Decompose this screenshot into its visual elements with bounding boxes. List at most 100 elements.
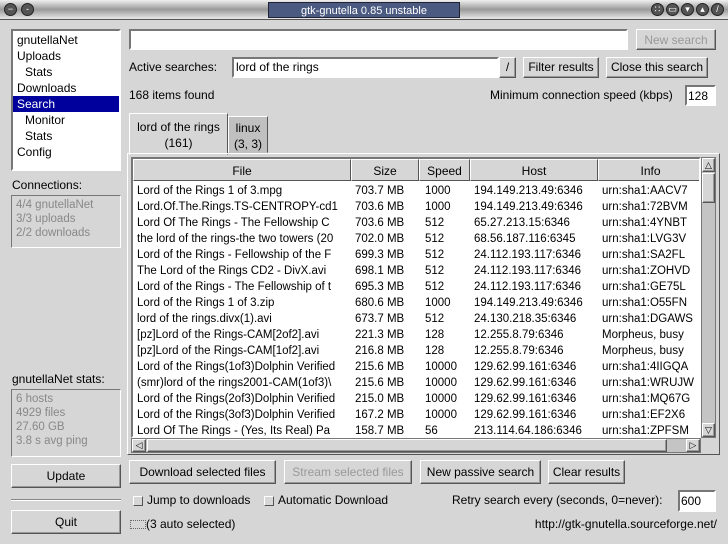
active-search-combo[interactable]: lord of the rings — [232, 57, 499, 78]
vertical-scrollbar[interactable]: △ ▽ — [701, 157, 716, 438]
retry-input[interactable] — [678, 490, 716, 512]
table-row[interactable]: Lord.Of.The.Rings.TS-CENTROPY-cd1 703.6 M… — [133, 199, 699, 215]
menu-icon[interactable]: − — [4, 3, 17, 16]
search-input[interactable] — [129, 29, 628, 50]
automatic-download-checkbox[interactable]: Automatic Download — [264, 493, 388, 507]
cell-info: urn:sha1:WRUJW — [602, 377, 695, 389]
stick-icon[interactable]: ∷ — [651, 3, 664, 16]
column-header-host[interactable]: Host — [470, 159, 598, 181]
sidebar-item-uploads[interactable]: Uploads — [13, 48, 119, 64]
cell-file: Lord of the Rings(2of3)Dolphin Verified — [137, 393, 336, 405]
column-header-speed[interactable]: Speed — [419, 159, 470, 181]
table-row[interactable]: Lord of the Rings(2of3)Dolphin Verified 2… — [133, 391, 699, 407]
sidebar-item-monitor[interactable]: Monitor — [13, 112, 119, 128]
cell-size: 216.8 MB — [355, 345, 405, 357]
table-row[interactable]: Lord Of The Rings - The Fellowship C 703.… — [133, 215, 699, 231]
new-passive-search-button[interactable]: New passive search — [420, 460, 541, 484]
sidebar-item-stats[interactable]: Stats — [13, 64, 119, 80]
cell-speed: 1000 — [425, 297, 451, 309]
scroll-right-icon[interactable]: ▷ — [686, 439, 700, 452]
cell-file: Lord.Of.The.Rings.TS-CENTROPY-cd1 — [137, 201, 338, 213]
combo-dropdown-button[interactable]: / — [499, 57, 516, 78]
cell-file: lord of the rings.divx(1).avi — [137, 313, 272, 325]
table-row[interactable]: The Lord of the Rings CD2 - DivX.avi 698.… — [133, 263, 699, 279]
min-speed-input[interactable] — [685, 85, 716, 106]
checkbox-icon[interactable] — [133, 495, 143, 506]
cell-info: urn:sha1:4YNBT — [602, 217, 688, 229]
sidebar-item-gnutellanet[interactable]: gnutellaNet — [13, 32, 119, 48]
cell-host: 24.112.193.117:6346 — [474, 281, 582, 293]
shade-icon[interactable]: - — [21, 3, 34, 16]
cell-speed: 512 — [425, 233, 445, 245]
homepage-link[interactable]: http://gtk-gnutella.sourceforge.net/ — [535, 517, 717, 531]
close-icon[interactable]: / — [711, 3, 724, 16]
cell-speed: 512 — [425, 313, 445, 325]
horizontal-scrollbar[interactable]: ◁ ▷ — [131, 438, 701, 453]
network-stat: 6 hosts — [16, 393, 54, 405]
download-selected-button[interactable]: Download selected files — [129, 460, 276, 484]
cell-speed: 1000 — [425, 201, 451, 213]
scroll-left-icon[interactable]: ◁ — [132, 439, 146, 452]
table-row[interactable]: [pz]Lord of the Rings-CAM[2of2].avi 221.3… — [133, 327, 699, 343]
cell-info: urn:sha1:LVG3V — [602, 233, 687, 245]
sidebar-item-config[interactable]: Config — [13, 144, 119, 160]
close-search-button[interactable]: Close this search — [606, 57, 708, 78]
cell-file: Lord Of The Rings - (Yes, Its Real) Pa — [137, 425, 331, 437]
cell-file: Lord of the Rings(3of3)Dolphin Verified — [137, 409, 336, 421]
jump-to-downloads-checkbox[interactable]: Jump to downloads — [133, 493, 250, 507]
cell-file: Lord of the Rings 1 of 3.zip — [137, 297, 275, 309]
cell-size: 703.7 MB — [355, 185, 405, 197]
quit-button[interactable]: Quit — [11, 510, 121, 534]
cell-info: urn:sha1:4IIGQA — [602, 361, 689, 373]
sidebar-item-search[interactable]: Search — [13, 96, 119, 112]
cell-speed: 512 — [425, 217, 445, 229]
nav-tree[interactable]: gnutellaNet Uploads Stats Downloads Search Mo… — [11, 29, 121, 171]
table-row[interactable]: Lord of the Rings 1 of 3.mpg 703.7 MB 1000… — [133, 183, 699, 199]
cell-speed: 128 — [425, 345, 445, 357]
tab-title: linux — [235, 121, 261, 135]
sidebar-item-downloads[interactable]: Downloads — [13, 80, 119, 96]
cell-size: 167.2 MB — [355, 409, 405, 421]
sidebar-item-stats[interactable]: Stats — [13, 128, 119, 144]
filter-results-button[interactable]: Filter results — [523, 57, 599, 78]
cell-host: 129.62.99.161:6346 — [474, 361, 577, 373]
stream-selected-button[interactable]: Stream selected files — [284, 460, 412, 484]
column-header-file[interactable]: File — [133, 159, 351, 181]
scroll-down-icon[interactable]: ▽ — [702, 423, 715, 437]
table-row[interactable]: Lord of the Rings 1 of 3.zip 680.6 MB 1000… — [133, 295, 699, 311]
connection-stat: 3/3 uploads — [16, 213, 76, 225]
scroll-thumb[interactable] — [702, 173, 715, 203]
cell-size: 673.7 MB — [355, 313, 405, 325]
cell-host: 12.255.8.79:6346 — [474, 345, 564, 357]
cell-host: 68.56.187.116:6345 — [474, 233, 576, 245]
table-row[interactable]: Lord Of The Rings - (Yes, Its Real) Pa 15… — [133, 423, 699, 437]
cell-info: urn:sha1:SA2FL — [602, 249, 686, 261]
table-row[interactable]: [pz]Lord of the Rings-CAM[1of2].avi 216.8… — [133, 343, 699, 359]
column-header-info[interactable]: Info — [598, 159, 699, 181]
clear-results-button[interactable]: Clear results — [548, 460, 625, 484]
tab-linux[interactable]: linux (3, 3) — [228, 116, 268, 153]
table-row[interactable]: Lord of the Rings - The Fellowship of t 6… — [133, 279, 699, 295]
update-button[interactable]: Update — [11, 464, 121, 488]
cell-speed: 512 — [425, 249, 445, 261]
table-row[interactable]: the lord of the rings-the two towers (20… — [133, 231, 699, 247]
checkbox-icon[interactable] — [264, 495, 274, 506]
column-header-size[interactable]: Size — [351, 159, 419, 181]
scroll-up-icon[interactable]: △ — [702, 158, 715, 172]
table-row[interactable]: Lord of the Rings(3of3)Dolphin Verified 1… — [133, 407, 699, 423]
new-search-button[interactable]: New search — [636, 29, 716, 50]
results-table[interactable]: File Size Speed Host Info Lord of the Rings 1… — [131, 157, 701, 438]
cell-file: Lord of the Rings(1of3)Dolphin Verified — [137, 361, 336, 373]
hscroll-thumb[interactable] — [147, 439, 667, 452]
minimize-icon[interactable]: ▾ — [681, 3, 694, 16]
network-stat: 27.60 GB — [16, 421, 65, 433]
raise-icon[interactable]: ▴ — [696, 3, 709, 16]
tab-lord-of-the-rings[interactable]: lord of the rings (161) — [129, 113, 228, 155]
table-row[interactable]: lord of the rings.divx(1).avi 673.7 MB 512… — [133, 311, 699, 327]
table-row[interactable]: Lord of the Rings(1of3)Dolphin Verified 2… — [133, 359, 699, 375]
table-row[interactable]: (smr)lord of the rings2001-CAM(1of3)\ 215… — [133, 375, 699, 391]
cell-info: urn:sha1:EF2X6 — [602, 409, 686, 421]
maximize-icon[interactable]: ▭ — [666, 3, 679, 16]
cell-speed: 56 — [425, 425, 438, 437]
table-row[interactable]: Lord of the Rings - Fellowship of the F 6… — [133, 247, 699, 263]
